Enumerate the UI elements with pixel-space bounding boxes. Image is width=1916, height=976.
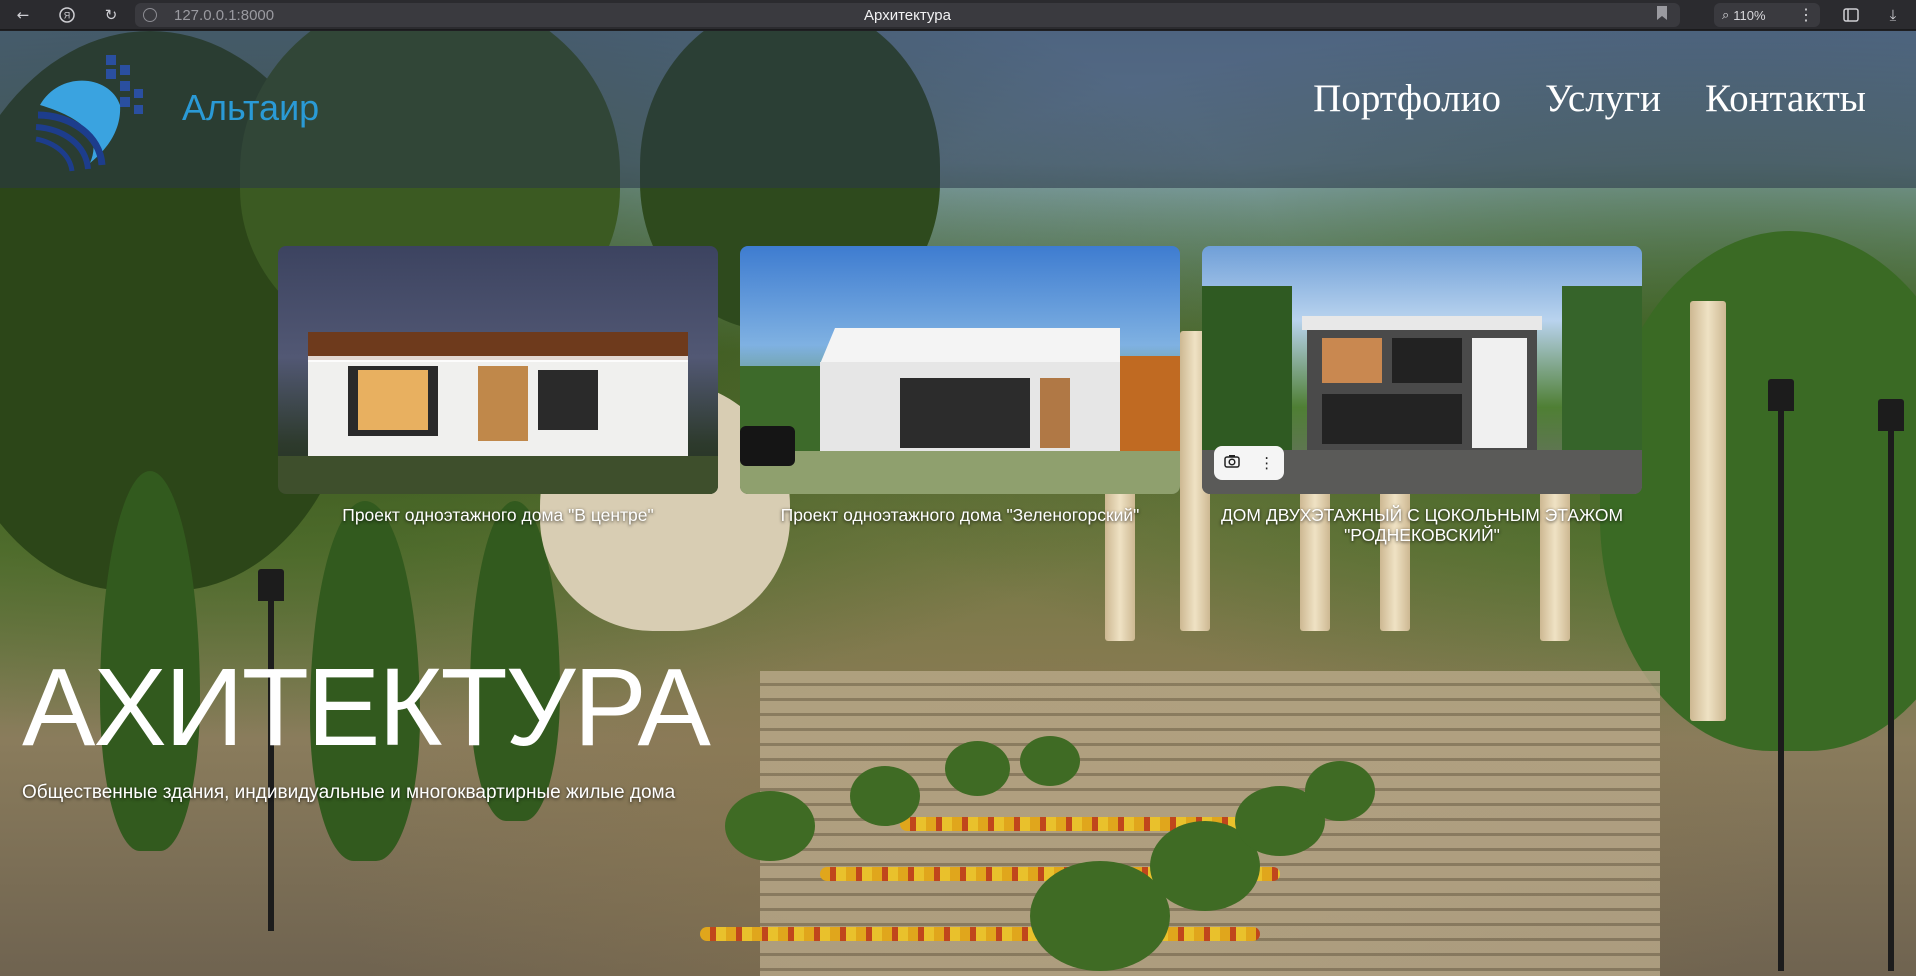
project-image[interactable] [740, 246, 1180, 494]
zoom-level: 110% [1733, 7, 1766, 23]
project-caption[interactable]: Проект одноэтажного дома "В центре" [278, 505, 718, 525]
more-icon[interactable]: ⋮ [1798, 5, 1814, 25]
page-content: Альтаир Портфолио Услуги Контакты Проект… [0, 31, 1916, 976]
address-bar[interactable]: 127.0.0.1:8000 Архитектура [135, 3, 1680, 27]
browser-toolbar: ← Я ↻ 127.0.0.1:8000 Архитектура ⌕ 110% … [0, 0, 1916, 30]
nav-portfolio[interactable]: Портфолио [1313, 76, 1501, 121]
reload-icon[interactable]: ↻ [100, 4, 122, 26]
logo-mark-icon [35, 55, 143, 172]
tab-title: Архитектура [864, 7, 951, 24]
project-card[interactable]: Проект одноэтажного дома "В центре" [278, 246, 718, 525]
more-options-icon[interactable]: ⋮ [1259, 454, 1274, 472]
camera-icon[interactable] [1224, 454, 1240, 472]
extensions-icon[interactable] [1840, 4, 1862, 26]
project-caption[interactable]: ДОМ ДВУХЭТАЖНЫЙ С ЦОКОЛЬНЫМ ЭТАЖОМ "РОДН… [1202, 505, 1642, 545]
project-image[interactable] [278, 246, 718, 494]
main-nav: Портфолио Услуги Контакты [1313, 76, 1866, 121]
back-icon[interactable]: ← [12, 4, 34, 26]
project-image[interactable]: ⋮ [1202, 246, 1642, 494]
project-card[interactable]: Проект одноэтажного дома "Зеленогорский" [740, 246, 1180, 525]
zoom-icon: ⌕ [1722, 7, 1730, 22]
project-caption[interactable]: Проект одноэтажного дома "Зеленогорский" [740, 505, 1180, 525]
zoom-control[interactable]: ⌕ 110% ⋮ [1714, 3, 1820, 27]
image-toolbar: ⋮ [1214, 446, 1284, 480]
yandex-icon[interactable]: Я [56, 4, 78, 26]
hero-title: АХИТЕКТУРА [22, 646, 711, 769]
nav-contacts[interactable]: Контакты [1705, 76, 1866, 121]
site-header: Альтаир Портфолио Услуги Контакты [0, 31, 1916, 188]
download-icon[interactable]: ⤓ [1882, 4, 1904, 26]
hero-subtitle: Общественные здания, индивидуальные и мн… [22, 782, 676, 803]
nav-services[interactable]: Услуги [1545, 76, 1661, 121]
logo-text: Альтаир [182, 87, 320, 128]
svg-text:Я: Я [64, 11, 71, 21]
project-card[interactable]: ⋮ ДОМ ДВУХЭТАЖНЫЙ С ЦОКОЛЬНЫМ ЭТАЖОМ "РО… [1202, 246, 1642, 545]
logo[interactable]: Альтаир [30, 45, 330, 172]
bookmark-icon[interactable] [1656, 5, 1668, 25]
